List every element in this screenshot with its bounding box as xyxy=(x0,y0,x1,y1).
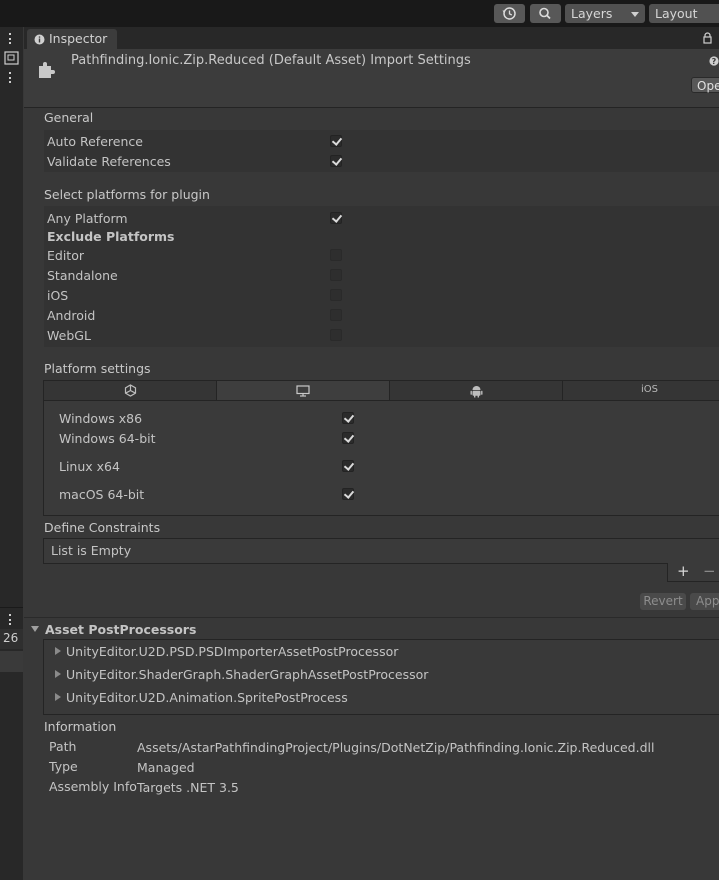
linux64-checkbox[interactable] xyxy=(342,460,354,472)
assembly-info-label: Assembly Info xyxy=(49,779,137,794)
exclude-item-webgl: WebGL xyxy=(47,328,91,343)
foldout-closed-icon[interactable] xyxy=(55,670,61,678)
postprocessor-item[interactable]: UnityEditor.U2D.Animation.SpritePostProc… xyxy=(66,690,348,705)
divider xyxy=(24,617,719,618)
add-item-button[interactable]: + xyxy=(677,562,690,580)
foldout-open-icon[interactable] xyxy=(31,626,39,632)
platform-item-win86: Windows x86 xyxy=(59,411,143,426)
foldout-closed-icon[interactable] xyxy=(55,693,61,701)
list-empty-label: List is Empty xyxy=(51,543,132,558)
more-icon[interactable] xyxy=(9,72,12,85)
assembly-info-value: Targets .NET 3.5 xyxy=(137,780,239,795)
exclude-editor-checkbox[interactable] xyxy=(330,249,342,261)
path-label: Path xyxy=(49,739,77,754)
section-platforms-title: Select platforms for plugin xyxy=(44,187,210,202)
revert-button[interactable]: Revert xyxy=(640,593,686,610)
tab-inspector-label: Inspector xyxy=(49,31,108,46)
section-define-constraints-title: Define Constraints xyxy=(44,520,161,535)
exclude-platforms-title: Exclude Platforms xyxy=(47,229,175,244)
tab-inspector[interactable]: Inspector xyxy=(27,29,117,49)
define-constraints-list xyxy=(43,538,719,564)
tab-standalone[interactable] xyxy=(216,380,390,401)
exclude-webgl-checkbox[interactable] xyxy=(330,329,342,341)
exclude-android-checkbox[interactable] xyxy=(330,309,342,321)
auto-reference-checkbox[interactable] xyxy=(330,135,342,147)
divider xyxy=(0,607,23,608)
more-icon[interactable] xyxy=(9,33,12,46)
window-icon[interactable] xyxy=(4,51,19,65)
top-toolbar: Layers Layout xyxy=(0,0,719,27)
remove-item-button[interactable]: − xyxy=(703,562,716,580)
layout-label: Layout xyxy=(655,6,698,21)
search-icon xyxy=(539,7,551,20)
history-button[interactable] xyxy=(494,4,525,23)
win64-checkbox[interactable] xyxy=(342,432,354,444)
postprocessor-item[interactable]: UnityEditor.U2D.PSD.PSDImporterAssetPost… xyxy=(66,644,398,659)
chevron-down-icon xyxy=(631,12,639,17)
puzzle-icon xyxy=(39,62,55,78)
path-value: Assets/AstarPathfindingProject/Plugins/D… xyxy=(137,740,655,755)
revert-button-label: Revert xyxy=(643,594,683,608)
zoom-count: 26 xyxy=(3,631,19,645)
validate-references-checkbox[interactable] xyxy=(330,155,342,167)
win86-checkbox[interactable] xyxy=(342,412,354,424)
exclude-item-android: Android xyxy=(47,308,96,323)
platform-item-linux64: Linux x64 xyxy=(59,459,120,474)
tab-strip xyxy=(24,27,719,49)
platform-item-win64: Windows 64-bit xyxy=(59,431,156,446)
header-title: Pathfinding.Ionic.Zip.Reduced (Default A… xyxy=(71,53,471,68)
exclude-standalone-checkbox[interactable] xyxy=(330,269,342,281)
selected-row[interactable] xyxy=(0,651,23,672)
tab-ios[interactable]: iOS xyxy=(562,380,719,401)
exclude-item-standalone: Standalone xyxy=(47,268,118,283)
postprocessor-item[interactable]: UnityEditor.ShaderGraph.ShaderGraphAsset… xyxy=(66,667,428,682)
info-icon xyxy=(34,34,45,45)
history-icon xyxy=(502,7,516,20)
foldout-closed-icon[interactable] xyxy=(55,647,61,655)
auto-reference-label: Auto Reference xyxy=(47,134,143,149)
unity-icon xyxy=(124,384,137,397)
tab-android[interactable] xyxy=(389,380,563,401)
search-button[interactable] xyxy=(530,4,561,23)
open-button[interactable]: Ope xyxy=(691,77,719,93)
type-label: Type xyxy=(49,759,78,774)
more-icon[interactable] xyxy=(9,614,12,627)
layout-dropdown[interactable]: Layout xyxy=(649,4,719,23)
section-general-title: General xyxy=(44,110,94,125)
open-button-label: Ope xyxy=(697,79,719,93)
platforms-block xyxy=(44,206,719,347)
macos64-checkbox[interactable] xyxy=(342,488,354,500)
android-icon xyxy=(470,386,483,398)
tab-unity-default[interactable] xyxy=(43,380,217,401)
type-value: Managed xyxy=(137,760,195,775)
layers-dropdown[interactable]: Layers xyxy=(565,4,645,23)
exclude-item-editor: Editor xyxy=(47,248,84,263)
help-icon[interactable]: ? xyxy=(709,55,719,67)
exclude-ios-checkbox[interactable] xyxy=(330,289,342,301)
section-platform-settings-title: Platform settings xyxy=(44,361,151,376)
apply-button[interactable]: App xyxy=(690,593,719,610)
platform-settings-panel xyxy=(43,400,719,516)
section-information-title: Information xyxy=(44,719,117,734)
tab-ios-label: iOS xyxy=(641,384,658,395)
left-panel: 26 xyxy=(0,27,23,880)
lock-icon[interactable] xyxy=(702,32,713,44)
monitor-icon xyxy=(296,385,310,397)
layers-label: Layers xyxy=(571,6,613,21)
apply-button-label: App xyxy=(696,594,719,608)
exclude-item-ios: iOS xyxy=(47,288,69,303)
validate-references-label: Validate References xyxy=(47,154,171,169)
svg-text:?: ? xyxy=(712,57,717,66)
any-platform-label: Any Platform xyxy=(47,211,128,226)
section-postprocessors-title[interactable]: Asset PostProcessors xyxy=(45,622,196,637)
any-platform-checkbox[interactable] xyxy=(330,212,342,224)
platform-item-macos64: macOS 64-bit xyxy=(59,487,145,502)
